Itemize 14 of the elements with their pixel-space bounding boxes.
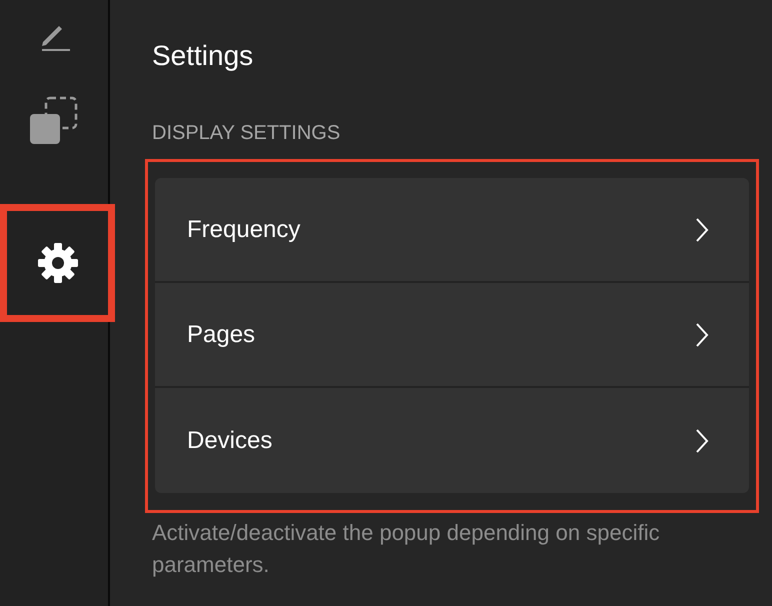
row-label: Frequency	[187, 216, 300, 244]
page-title: Settings	[152, 40, 254, 72]
chevron-icon	[695, 428, 709, 454]
settings-row[interactable]: Pages	[155, 283, 749, 388]
settings-icon	[36, 242, 78, 284]
row-label: Pages	[187, 320, 256, 348]
settings-row[interactable]: Devices	[155, 388, 749, 493]
section-heading: DISPLAY SETTINGS	[152, 122, 342, 145]
row-label: Devices	[187, 426, 272, 454]
chevron-icon	[695, 216, 709, 242]
settings-row[interactable]: Frequency	[155, 178, 749, 283]
chevron-icon	[695, 322, 709, 348]
section-description: Activate/deactivate the popup depending on specific parameters.	[152, 519, 661, 579]
sidebar-item[interactable]	[0, 204, 115, 322]
